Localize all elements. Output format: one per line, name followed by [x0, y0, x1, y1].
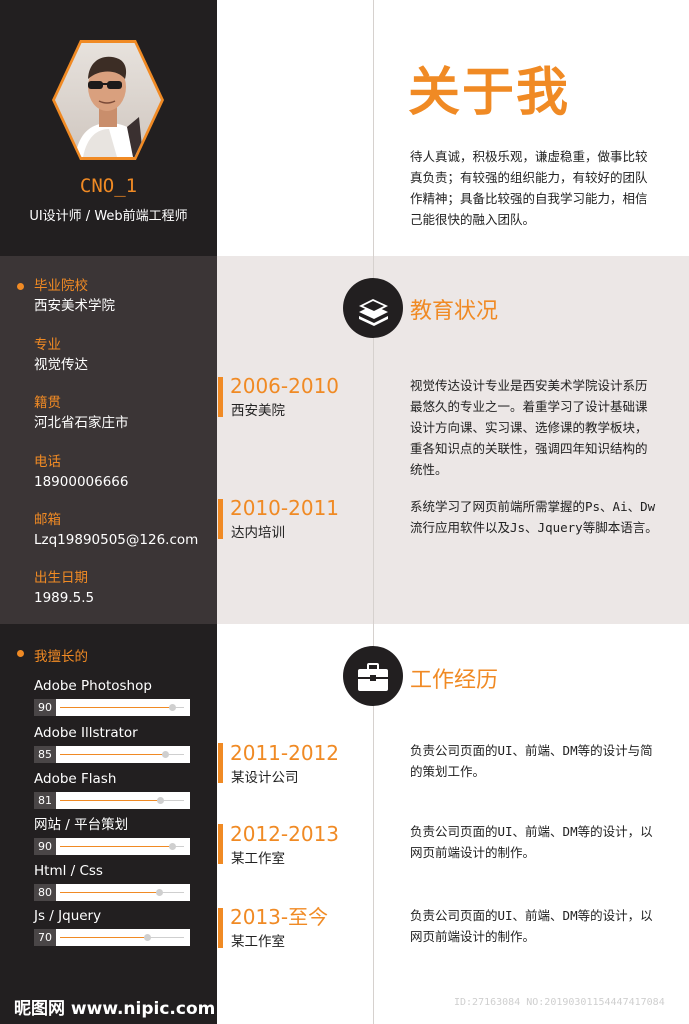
work-years: 2011-2012 [230, 741, 340, 765]
timeline-marker [218, 908, 223, 948]
skill-item: Adobe Flash 81 [34, 770, 194, 809]
about-title: 关于我 [408, 63, 571, 123]
info-item-birthday: 出生日期 1989.5.5 [34, 569, 94, 608]
skill-name: Js / Jquery [34, 908, 102, 924]
info-item-phone: 电话 18900006666 [34, 453, 128, 492]
work-place: 某工作室 [231, 851, 285, 867]
work-text: 负责公司页面的UI、前端、DM等的设计，以 网页前端设计的制作。 [410, 908, 653, 944]
skill-level: 70 [34, 929, 56, 946]
skill-item: Js / Jquery 70 [34, 907, 194, 946]
timeline-marker [218, 824, 223, 864]
profile-role: UI设计师 / Web前端工程师 [29, 209, 188, 224]
info-value: Lzq19890505@126.com [34, 532, 199, 548]
skill-name: Adobe Photoshop [34, 678, 152, 694]
skill-bar: 90 [34, 838, 190, 855]
skill-level: 90 [34, 699, 56, 716]
work-text: 负责公司页面的UI、前端、DM等的设计，以 网页前端设计的制作。 [410, 824, 653, 860]
watermark-logo: 昵图网 www.nipic.com [14, 999, 216, 1019]
skill-bar: 80 [34, 884, 190, 901]
slider-knob [168, 704, 176, 711]
slider-knob [156, 889, 164, 896]
skill-level: 80 [34, 884, 56, 901]
slider-knob [162, 751, 170, 758]
info-label: 毕业院校 [34, 278, 88, 294]
info-label: 出生日期 [34, 570, 88, 586]
skill-bar: 70 [34, 929, 190, 946]
education-place: 达内培训 [231, 525, 285, 541]
skill-name: Adobe Illstrator [34, 725, 138, 741]
education-years: 2006-2010 [230, 374, 340, 398]
skill-bar: 85 [34, 746, 190, 763]
bullet-icon [17, 283, 24, 290]
work-title: 工作经历 [410, 668, 499, 693]
info-value: 18900006666 [34, 474, 129, 490]
skill-bar: 90 [34, 699, 190, 716]
timeline-marker [218, 743, 223, 783]
slider-knob [143, 934, 151, 941]
skill-name: 网站 / 平台策划 [34, 817, 129, 833]
timeline-marker [218, 377, 223, 417]
education-title: 教育状况 [410, 299, 499, 324]
info-item-major: 专业 视觉传达 [34, 336, 88, 375]
info-label: 电话 [34, 454, 61, 470]
skill-level: 90 [34, 838, 56, 855]
avatar [55, 43, 161, 157]
info-label: 籍贯 [34, 395, 61, 411]
info-value: 河北省石家庄市 [34, 415, 129, 431]
work-place: 某工作室 [231, 934, 285, 950]
work-years: 2012-2013 [230, 822, 340, 846]
skill-item: 网站 / 平台策划 90 [34, 816, 194, 855]
info-label: 邮箱 [34, 512, 61, 528]
info-item-school: 毕业院校 西安美术学院 [34, 277, 115, 316]
books-icon [343, 278, 403, 338]
info-value: 西安美术学院 [34, 298, 115, 314]
skill-name: Html / Css [34, 863, 103, 879]
watermark-id: ID:27163084 NO:20190301154447417084 [454, 997, 665, 1008]
skill-level: 81 [34, 792, 56, 809]
education-text: 视觉传达设计专业是西安美术学院设计系历 最悠久的专业之一。着重学习了设计基础课 … [410, 378, 648, 477]
info-item-hometown: 籍贯 河北省石家庄市 [34, 394, 129, 433]
slider-knob [168, 843, 176, 850]
about-text: 待人真诚，积极乐观，谦虚稳重，做事比较 真负责；有较强的组织能力，有较好的团队 … [410, 149, 648, 227]
work-place: 某设计公司 [231, 770, 299, 786]
info-value: 1989.5.5 [34, 590, 95, 606]
work-years: 2013-至今 [230, 905, 329, 929]
work-text: 负责公司页面的UI、前端、DM等的设计与简 的策划工作。 [410, 743, 653, 779]
skill-bar: 81 [34, 792, 190, 809]
slider-knob [157, 797, 165, 804]
info-value: 视觉传达 [34, 357, 88, 373]
skill-item: Html / Css 80 [34, 862, 194, 901]
avatar-photo [75, 56, 147, 157]
education-years: 2010-2011 [230, 496, 340, 520]
education-text: 系统学习了网页前端所需掌握的Ps、Ai、Dw 流行应用软件以及Js、Jquery… [410, 499, 658, 535]
info-label: 专业 [34, 337, 61, 353]
briefcase-icon [343, 646, 403, 706]
timeline-line [373, 0, 374, 1024]
profile-name: CNO_1 [79, 175, 138, 197]
education-place: 西安美院 [231, 403, 285, 419]
skill-item: Adobe Illstrator 85 [34, 724, 194, 763]
skills-title: 我擅长的 [34, 649, 88, 665]
timeline-marker [218, 499, 223, 539]
info-item-email: 邮箱 Lzq19890505@126.com [34, 511, 198, 550]
skill-item: Adobe Photoshop 90 [34, 677, 194, 716]
skill-level: 85 [34, 746, 56, 763]
bullet-icon [17, 650, 24, 657]
skill-name: Adobe Flash [34, 771, 117, 787]
